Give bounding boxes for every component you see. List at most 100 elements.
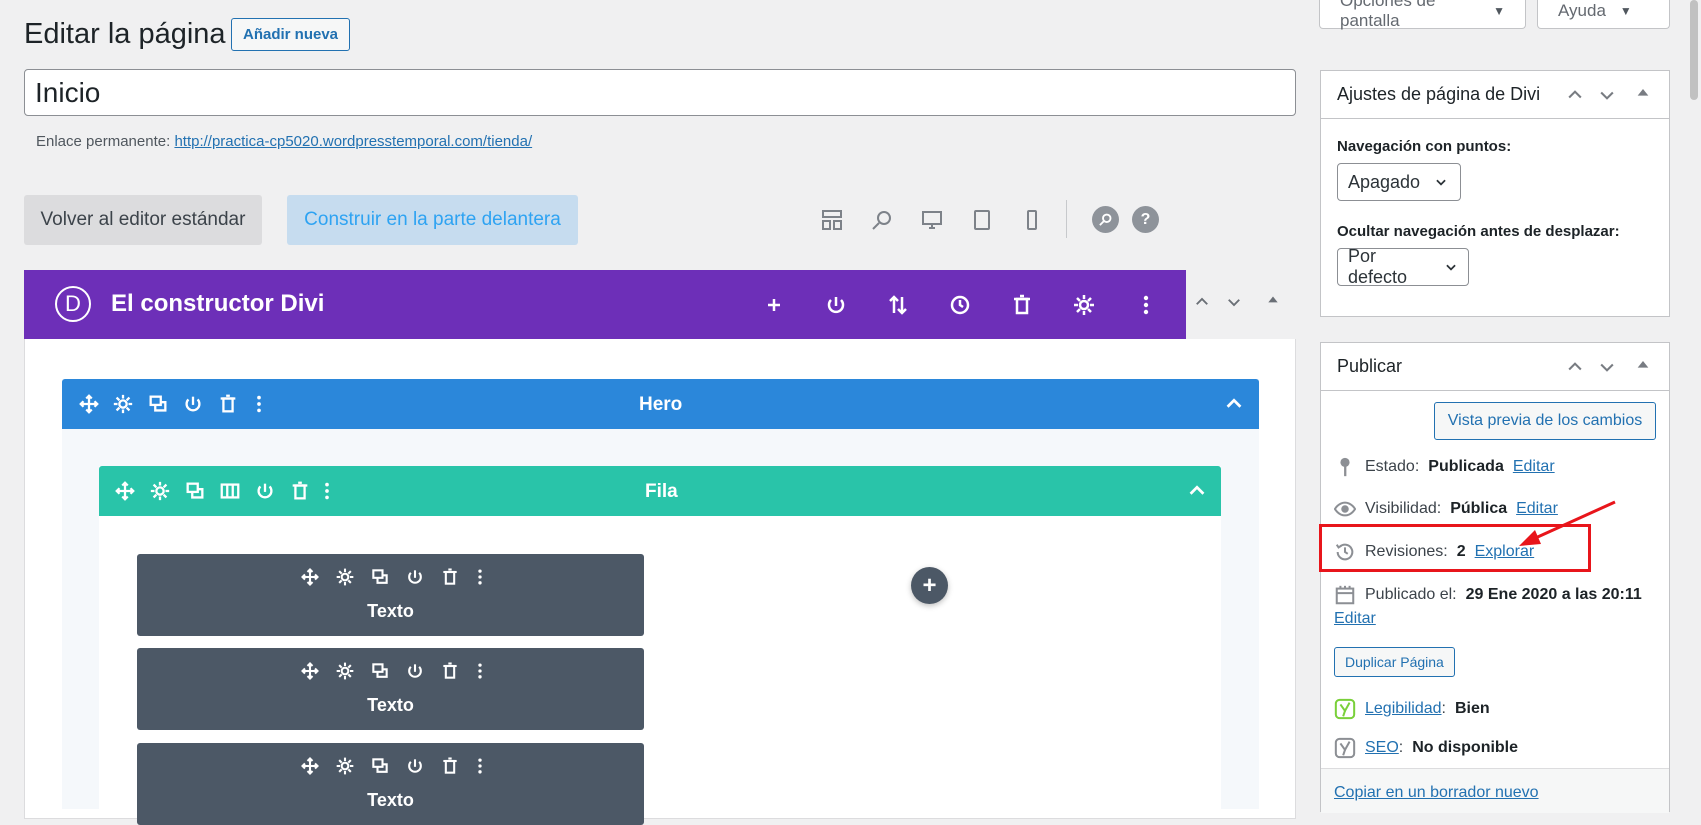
screen-options-tab[interactable]: Opciones de pantalla ▼ (1319, 0, 1526, 30)
duplicate-icon[interactable] (184, 480, 206, 502)
chevron-up-icon[interactable] (1565, 85, 1585, 105)
duplicate-icon[interactable] (370, 661, 390, 681)
duplicate-icon[interactable] (147, 393, 169, 415)
seo-link[interactable]: SEO (1365, 739, 1399, 757)
add-new-button[interactable]: Añadir nueva (231, 18, 351, 51)
text-module[interactable]: Texto (137, 648, 644, 730)
add-module-button[interactable]: + (911, 567, 948, 604)
duplicate-page-button[interactable]: Duplicar Página (1334, 647, 1455, 677)
settings-icon[interactable] (335, 756, 355, 776)
status-value: Publicada (1428, 458, 1504, 475)
trash-icon[interactable] (440, 756, 460, 776)
settings-icon[interactable] (112, 393, 134, 415)
chevron-up-icon[interactable] (1565, 357, 1585, 377)
duplicate-icon[interactable] (370, 567, 390, 587)
phone-icon[interactable] (1020, 208, 1044, 232)
visibility-value: Pública (1450, 500, 1508, 517)
more-icon[interactable] (475, 567, 485, 587)
trash-icon[interactable] (440, 661, 460, 681)
preview-changes-button[interactable]: Vista previa de los cambios (1434, 402, 1656, 440)
move-icon[interactable] (78, 393, 100, 415)
trash-icon[interactable] (289, 480, 311, 502)
chevron-up-icon[interactable] (1193, 293, 1211, 311)
more-icon[interactable] (475, 661, 485, 681)
power-icon[interactable] (405, 661, 425, 681)
columns-icon[interactable] (219, 480, 241, 502)
add-icon[interactable] (762, 293, 786, 317)
collapse-triangle-icon[interactable] (1635, 85, 1655, 105)
frontend-builder-button[interactable]: Construir en la parte delantera (287, 195, 578, 245)
readability-link[interactable]: Legibilidad (1365, 700, 1442, 718)
more-icon[interactable] (248, 393, 270, 415)
hide-nav-label: Ocultar navegación antes de desplazar: (1337, 223, 1620, 240)
settings-icon[interactable] (335, 661, 355, 681)
edit-status-link[interactable]: Editar (1513, 458, 1555, 476)
dot-nav-select[interactable]: Apagado (1337, 163, 1461, 201)
published-row: Publicado el: 29 Ene 2020 a las 20:11 (1334, 584, 1642, 606)
chevron-down-icon[interactable] (1597, 85, 1617, 105)
power-icon[interactable] (254, 480, 276, 502)
help-icon[interactable]: ? (1132, 206, 1159, 233)
hide-nav-value: Por defecto (1348, 246, 1408, 287)
chevron-down-icon[interactable] (1597, 357, 1617, 377)
published-label: Publicado el: (1365, 586, 1457, 603)
trash-icon[interactable] (440, 567, 460, 587)
move-icon[interactable] (114, 480, 136, 502)
power-icon[interactable] (405, 567, 425, 587)
collapse-triangle-icon[interactable] (1266, 293, 1280, 307)
move-icon[interactable] (300, 756, 320, 776)
status-row: Estado: Publicada Editar (1334, 456, 1555, 478)
hide-nav-select[interactable]: Por defecto (1337, 246, 1469, 287)
visibility-label: Visibilidad: (1365, 500, 1442, 517)
publish-title: Publicar (1337, 356, 1403, 376)
module-title: Texto (367, 695, 414, 715)
row-title: Fila (645, 481, 678, 502)
collapse-triangle-icon[interactable] (1635, 357, 1655, 377)
chevron-up-icon[interactable] (1186, 480, 1208, 502)
settings-icon[interactable] (335, 567, 355, 587)
published-value: 29 Ene 2020 a las 20:11 (1465, 586, 1642, 603)
publish-header[interactable]: Publicar (1321, 343, 1669, 391)
text-module[interactable]: Texto (137, 743, 644, 825)
power-icon[interactable] (405, 756, 425, 776)
more-icon[interactable] (316, 480, 338, 502)
post-title-input[interactable]: Inicio (24, 69, 1296, 116)
trash-icon[interactable] (217, 393, 239, 415)
edit-date-link[interactable]: Editar (1334, 610, 1376, 628)
search-icon[interactable] (1092, 206, 1119, 233)
module-title: Texto (367, 601, 414, 621)
scrollbar[interactable] (1690, 0, 1698, 100)
standard-editor-button[interactable]: Volver al editor estándar (24, 195, 262, 245)
permalink-link[interactable]: http://practica-cp5020.wordpresstemporal… (174, 133, 532, 150)
divi-settings-header[interactable]: Ajustes de página de Divi (1321, 71, 1669, 119)
text-module[interactable]: Texto (137, 554, 644, 636)
power-icon[interactable] (182, 393, 204, 415)
trash-icon[interactable] (1010, 293, 1034, 317)
chevron-down-icon[interactable] (1225, 293, 1243, 311)
row-header[interactable]: Fila (99, 466, 1221, 516)
copy-to-draft-link[interactable]: Copiar en un borrador nuevo (1334, 784, 1539, 802)
chevron-up-icon[interactable] (1223, 393, 1245, 415)
duplicate-icon[interactable] (370, 756, 390, 776)
settings-icon[interactable] (149, 480, 171, 502)
help-tab[interactable]: Ayuda ▼ (1537, 0, 1670, 29)
history-icon[interactable] (948, 293, 972, 317)
more-icon[interactable] (475, 756, 485, 776)
pin-icon (1334, 456, 1356, 478)
power-icon[interactable] (824, 293, 848, 317)
settings-icon[interactable] (1072, 293, 1096, 317)
sort-icon[interactable] (886, 293, 910, 317)
toolbar-divider (1066, 200, 1067, 238)
move-icon[interactable] (300, 661, 320, 681)
screen-options-label: Opciones de pantalla (1340, 0, 1436, 30)
readability-row: Legibilidad: Bien (1334, 698, 1490, 720)
layout-icon[interactable] (820, 208, 844, 232)
move-icon[interactable] (300, 567, 320, 587)
caret-down-icon: ▼ (1493, 4, 1505, 18)
zoom-icon[interactable] (870, 208, 894, 232)
divi-logo: D (55, 286, 91, 322)
tablet-icon[interactable] (970, 208, 994, 232)
more-icon[interactable] (1134, 293, 1158, 317)
section-header[interactable]: Hero (62, 379, 1259, 429)
desktop-icon[interactable] (920, 208, 944, 232)
